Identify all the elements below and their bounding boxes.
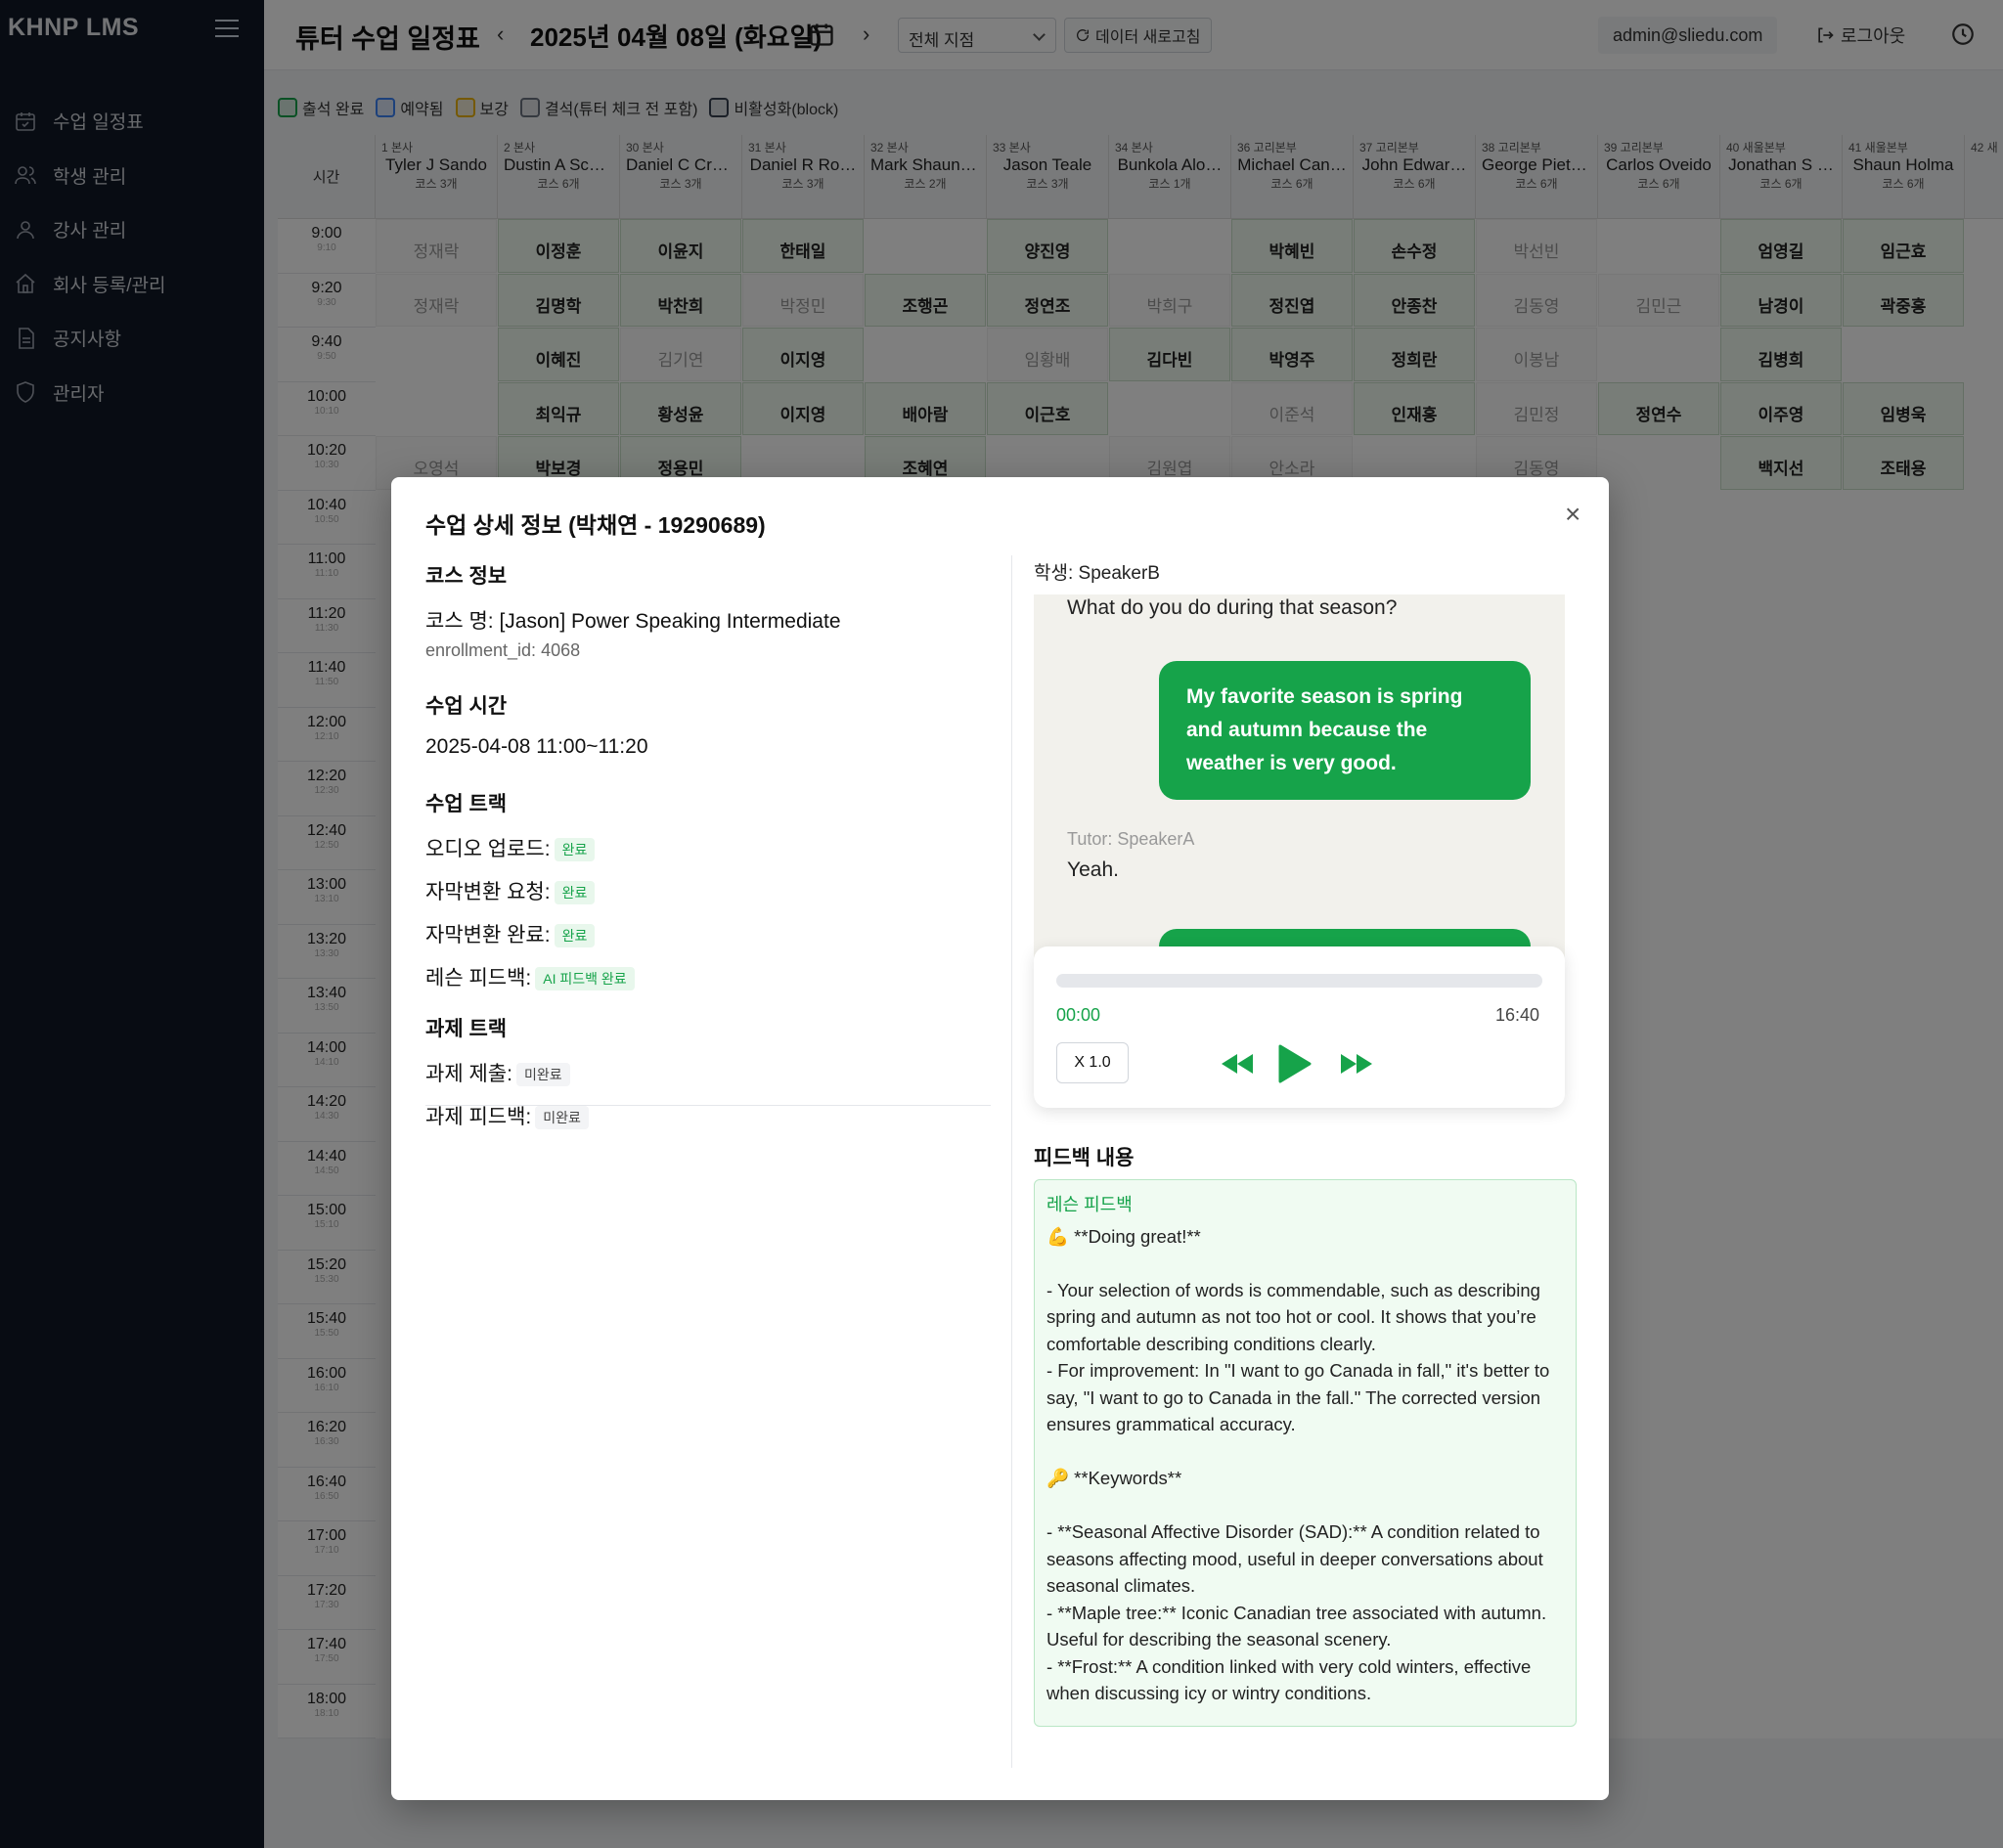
time-section-title: 수업 시간 [425, 695, 508, 718]
track-item: 레슨 피드백: AI 피드백 완료 [425, 962, 991, 991]
student-label: 학생: SpeakerB [1034, 563, 1160, 584]
course-name: 코스 명: [Jason] Power Speaking Intermediat… [425, 610, 841, 633]
enrollment-id: enrollment_id: 4068 [425, 640, 581, 660]
panel-divider [1011, 555, 1012, 1768]
section-divider [425, 1105, 991, 1106]
close-button[interactable]: × [1565, 499, 1580, 530]
student-bubble: My favorite season is spring and autumn … [1159, 661, 1531, 800]
speaker-label: Tutor: SpeakerA [1067, 829, 1195, 849]
homework-label: 과제 제출: [425, 1063, 512, 1085]
lesson-time: 2025-04-08 11:00~11:20 [425, 735, 648, 758]
fast-forward-icon[interactable] [1339, 1052, 1374, 1076]
status-badge: 완료 [554, 838, 596, 862]
track-item: 오디오 업로드: 완료 [425, 833, 991, 862]
status-badge: 완료 [554, 924, 596, 948]
feedback-text: 💪 **Doing great!** - Your selection of w… [1046, 1225, 1550, 1704]
track-label: 오디오 업로드: [425, 838, 551, 860]
track-item: 자막변환 요청: 완료 [425, 876, 991, 905]
homework-section-title: 과제 트랙 [425, 1018, 508, 1040]
rewind-icon[interactable] [1220, 1052, 1255, 1076]
status-badge: 미완료 [535, 1106, 589, 1130]
transcript-message: What do you do during that season? [1067, 596, 1398, 619]
lesson-detail-modal: 수업 상세 정보 (박채연 - 19290689) × 코스 정보 코스 명: … [391, 477, 1609, 1800]
track-label: 자막변환 요청: [425, 881, 551, 903]
transcript-message: Yeah. [1067, 858, 1119, 881]
current-time: 00:00 [1056, 1005, 1101, 1025]
track-label: 자막변환 완료: [425, 924, 551, 946]
status-badge: 미완료 [515, 1063, 570, 1087]
feedback-title: 피드백 내용 [1034, 1147, 1135, 1169]
transcript-chat[interactable]: What do you do during that season? My fa… [1034, 594, 1565, 976]
track-section-title: 수업 트랙 [425, 793, 508, 815]
speed-button[interactable]: X 1.0 [1056, 1042, 1129, 1083]
track-list: 오디오 업로드: 완료 자막변환 요청: 완료 자막변환 완료: 완료 레슨 피드백: AI … [425, 833, 991, 991]
feedback-label: 레슨 피드백 [1046, 1195, 1133, 1214]
status-badge: 완료 [554, 881, 596, 905]
play-icon[interactable] [1278, 1044, 1312, 1083]
status-badge: AI 피드백 완료 [535, 967, 635, 991]
progress-track[interactable] [1056, 974, 1542, 988]
feedback-box: 레슨 피드백 💪 **Doing great!** - Your selecti… [1034, 1179, 1577, 1727]
homework-label: 과제 피드백: [425, 1106, 532, 1128]
total-time: 16:40 [1495, 1005, 1540, 1025]
homework-item: 과제 제출: 미완료 [425, 1058, 991, 1087]
track-item: 자막변환 완료: 완료 [425, 919, 991, 948]
lesson-info-panel: 코스 정보 코스 명: [Jason] Power Speaking Inter… [425, 560, 991, 1144]
homework-list: 과제 제출: 미완료 과제 피드백: 미완료 [425, 1058, 991, 1130]
track-label: 레슨 피드백: [425, 967, 532, 990]
modal-title: 수업 상세 정보 (박채연 - 19290689) [425, 512, 766, 538]
transcript-panel: 학생: SpeakerB What do you do during that … [1034, 555, 1577, 1727]
course-section-title: 코스 정보 [425, 565, 508, 588]
audio-player: 00:00 16:40 X 1.0 [1034, 946, 1565, 1108]
